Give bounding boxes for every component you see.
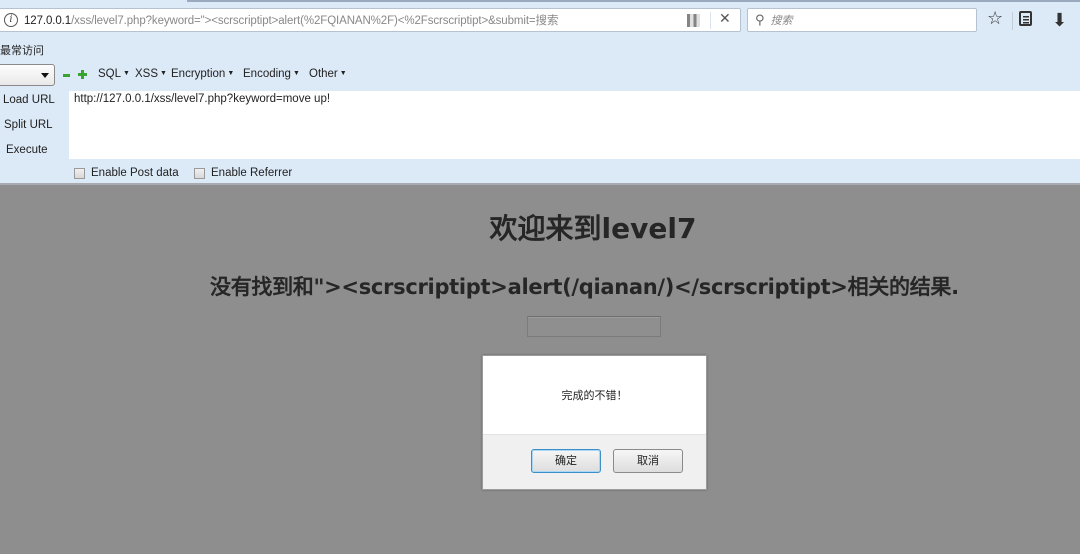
enable-referrer-checkbox[interactable]: Enable Referrer xyxy=(194,167,292,179)
info-icon[interactable]: i xyxy=(4,13,18,27)
menu-encryption[interactable]: Encryption ▼ xyxy=(171,68,234,80)
search-bar[interactable]: ⚲ 搜索 xyxy=(747,8,977,32)
search-input[interactable]: 搜索 xyxy=(771,12,793,28)
menu-encoding[interactable]: Encoding ▼ xyxy=(243,68,300,80)
dialog-message: 完成的不错！ xyxy=(561,389,628,402)
caret-down-icon: ▼ xyxy=(339,70,347,77)
hackbar-panel: SQL ▼ XSS ▼ Encryption ▼ Encoding ▼ Other ▼ L… xyxy=(0,62,1080,183)
search-result-text: 没有找到和"><scrscriptipt>alert(/qianan/)</sc… xyxy=(210,275,959,299)
address-bar[interactable]: i 127.0.0.1/xss/level7.php?keyword="><sc… xyxy=(0,8,741,32)
checkbox[interactable] xyxy=(194,167,205,179)
load-url-button[interactable]: Load URL xyxy=(3,94,55,106)
url-path: /xss/level7.php?keyword="><scrscriptipt>… xyxy=(71,15,559,27)
minus-icon[interactable] xyxy=(63,74,70,77)
bookmark-most-visited[interactable]: 最常访问 xyxy=(0,42,44,58)
navigation-toolbar: i 127.0.0.1/xss/level7.php?keyword="><sc… xyxy=(0,2,1080,38)
split-url-button[interactable]: Split URL xyxy=(4,119,53,131)
address-text[interactable]: 127.0.0.1/xss/level7.php?keyword="><scrs… xyxy=(24,12,558,28)
menu-xss[interactable]: XSS ▼ xyxy=(135,68,167,80)
menu-label: Encoding xyxy=(243,68,291,80)
bookmarks-toolbar: 最常访问 xyxy=(0,38,1080,62)
dialog-footer: 确定 取消 xyxy=(483,434,706,489)
hackbar-url-textarea[interactable]: http://127.0.0.1/xss/level7.php?keyword=… xyxy=(69,91,1080,159)
checkbox-label: Enable Post data xyxy=(91,167,179,179)
menu-label: SQL xyxy=(98,68,122,80)
chevron-down-icon xyxy=(41,73,49,78)
menu-label: Other xyxy=(309,68,338,80)
menu-other[interactable]: Other ▼ xyxy=(309,68,347,80)
menu-sql[interactable]: SQL ▼ xyxy=(98,68,130,80)
divider xyxy=(1012,12,1013,30)
download-icon[interactable]: ⬇ xyxy=(1052,10,1067,31)
page-title: 欢迎来到level7 xyxy=(489,212,697,245)
divider xyxy=(710,12,711,29)
reading-list-icon[interactable] xyxy=(1019,11,1032,26)
execute-button[interactable]: Execute xyxy=(6,144,48,156)
keyword-input[interactable] xyxy=(527,316,661,337)
caret-down-icon: ▼ xyxy=(292,70,300,77)
qr-code-icon[interactable] xyxy=(687,14,700,27)
search-icon: ⚲ xyxy=(755,12,765,28)
cancel-button[interactable]: 取消 xyxy=(613,449,683,473)
checkbox-label: Enable Referrer xyxy=(211,167,293,179)
menu-label: Encryption xyxy=(171,68,226,80)
close-icon[interactable]: ✕ xyxy=(719,11,731,27)
hackbar-select[interactable] xyxy=(0,64,55,86)
alert-dialog: 完成的不错！ 确定 取消 xyxy=(482,355,707,490)
caret-down-icon: ▼ xyxy=(227,70,235,77)
plus-icon[interactable] xyxy=(78,70,87,79)
url-host: 127.0.0.1 xyxy=(24,15,72,27)
menu-label: XSS xyxy=(135,68,159,80)
caret-down-icon: ▼ xyxy=(123,70,130,77)
checkbox[interactable] xyxy=(74,167,85,179)
enable-post-checkbox[interactable]: Enable Post data xyxy=(74,167,179,179)
ok-button[interactable]: 确定 xyxy=(531,449,601,473)
caret-down-icon: ▼ xyxy=(160,70,167,77)
bookmark-star-icon[interactable]: ☆ xyxy=(987,8,1003,29)
